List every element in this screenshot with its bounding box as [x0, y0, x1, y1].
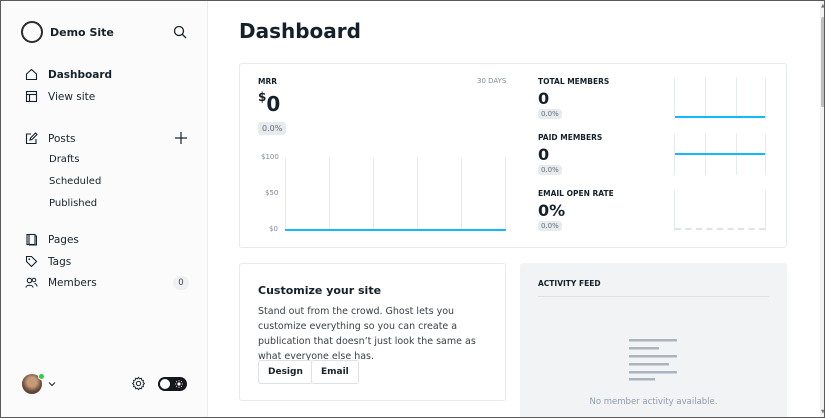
grid-line: [373, 157, 374, 231]
sidebar-item-pages[interactable]: Pages: [25, 233, 79, 246]
grid-line: [329, 157, 330, 231]
metrics-card: MRR 30 DAYS $0 0.0% $100 $50 $0 TOTAL ME…: [239, 63, 787, 248]
activity-feed-title: ACTIVITY FEED: [538, 279, 601, 288]
scroll-up-icon[interactable]: ▲: [821, 3, 824, 9]
sidebar-item-label: Posts: [48, 132, 76, 145]
paid-members-sparkline: [674, 133, 766, 175]
sidebar-item-drafts[interactable]: Drafts: [49, 154, 79, 165]
y-tick-label: $100: [261, 153, 279, 161]
home-icon: [25, 68, 38, 81]
sidebar-item-label: View site: [48, 90, 96, 103]
list-icon: [629, 339, 677, 381]
mrr-label: MRR: [258, 77, 278, 86]
sidebar-item-view-site[interactable]: View site: [25, 90, 95, 103]
total-members-value: 0: [538, 89, 550, 108]
scroll-thumb[interactable]: [821, 17, 824, 107]
app-window: Demo Site Dashboard View site Posts Draf…: [0, 0, 825, 418]
chevron-down-icon[interactable]: [48, 380, 56, 388]
email-open-rate-label: EMAIL OPEN RATE: [538, 189, 614, 198]
total-members-label: TOTAL MEMBERS: [538, 77, 610, 86]
sidebar-item-tags[interactable]: Tags: [25, 255, 71, 268]
mrr-value: $0: [258, 90, 281, 116]
search-icon[interactable]: [173, 25, 187, 39]
sidebar-item-label: Pages: [48, 233, 79, 246]
customize-description: Stand out from the crowd. Ghost lets you…: [258, 306, 476, 362]
customize-title: Customize your site: [258, 284, 382, 297]
y-tick-label: $0: [269, 225, 278, 233]
sidebar-item-dashboard[interactable]: Dashboard: [25, 68, 112, 81]
page-title: Dashboard: [239, 19, 361, 43]
paid-members-change: 0.0%: [538, 165, 562, 175]
grid-line: [505, 157, 506, 231]
email-open-rate-value: 0%: [538, 201, 566, 220]
sun-icon: [175, 380, 183, 388]
sidebar: Demo Site Dashboard View site Posts Draf…: [1, 1, 208, 417]
paid-members-series-line: [675, 153, 765, 155]
total-members-series-line: [675, 116, 765, 118]
mrr-amount: 0: [266, 92, 281, 116]
total-members-change: 0.0%: [538, 109, 562, 119]
edit-icon: [25, 132, 38, 145]
sidebar-item-label: Members: [48, 276, 97, 289]
currency-symbol: $: [258, 90, 267, 105]
sidebar-item-published[interactable]: Published: [49, 198, 97, 209]
members-icon: [25, 277, 38, 288]
paid-members-label: PAID MEMBERS: [538, 133, 603, 142]
view-site-icon: [25, 90, 38, 103]
site-name: Demo Site: [50, 25, 114, 39]
toggle-knob: [160, 379, 170, 389]
sidebar-item-members[interactable]: Members: [25, 276, 97, 289]
site-brand[interactable]: Demo Site: [21, 21, 114, 43]
tag-icon: [25, 255, 38, 268]
email-button[interactable]: Email: [311, 360, 359, 384]
main-content: Dashboard MRR 30 DAYS $0 0.0% $100 $50 $…: [208, 1, 820, 417]
pages-icon: [26, 233, 37, 246]
sidebar-item-posts[interactable]: Posts: [25, 132, 75, 145]
date-range-selector[interactable]: 30 DAYS: [477, 77, 506, 85]
customize-card: Customize your site Stand out from the c…: [239, 263, 506, 401]
members-count-badge: 0: [173, 276, 189, 290]
email-open-rate-chart: [674, 189, 766, 231]
sidebar-item-scheduled[interactable]: Scheduled: [49, 176, 101, 187]
ghost-logo-icon: [21, 21, 43, 43]
divider: [538, 296, 769, 297]
sidebar-item-label: Tags: [48, 255, 72, 268]
activity-feed-card: ACTIVITY FEED No member activity availab…: [520, 263, 787, 417]
activity-empty-message: No member activity available.: [589, 397, 718, 407]
mrr-change-badge: 0.0%: [258, 122, 287, 135]
scrollbar[interactable]: ▲ ▼: [820, 1, 824, 417]
grid-line: [461, 157, 462, 231]
plus-icon[interactable]: [174, 131, 188, 145]
email-open-rate-bars: [675, 228, 765, 230]
y-tick-label: $50: [265, 189, 279, 197]
design-button[interactable]: Design: [258, 360, 313, 384]
gear-icon[interactable]: [131, 376, 146, 391]
sidebar-item-label: Dashboard: [48, 68, 113, 81]
theme-toggle[interactable]: [158, 377, 187, 391]
email-open-rate-change: 0.0%: [538, 221, 562, 231]
scroll-down-icon[interactable]: ▼: [821, 409, 824, 415]
paid-members-value: 0: [538, 145, 550, 164]
grid-line: [285, 157, 286, 231]
total-members-sparkline: [674, 77, 766, 119]
online-status-dot: [38, 373, 45, 380]
grid-line: [417, 157, 418, 231]
mrr-series-line: [285, 229, 506, 231]
